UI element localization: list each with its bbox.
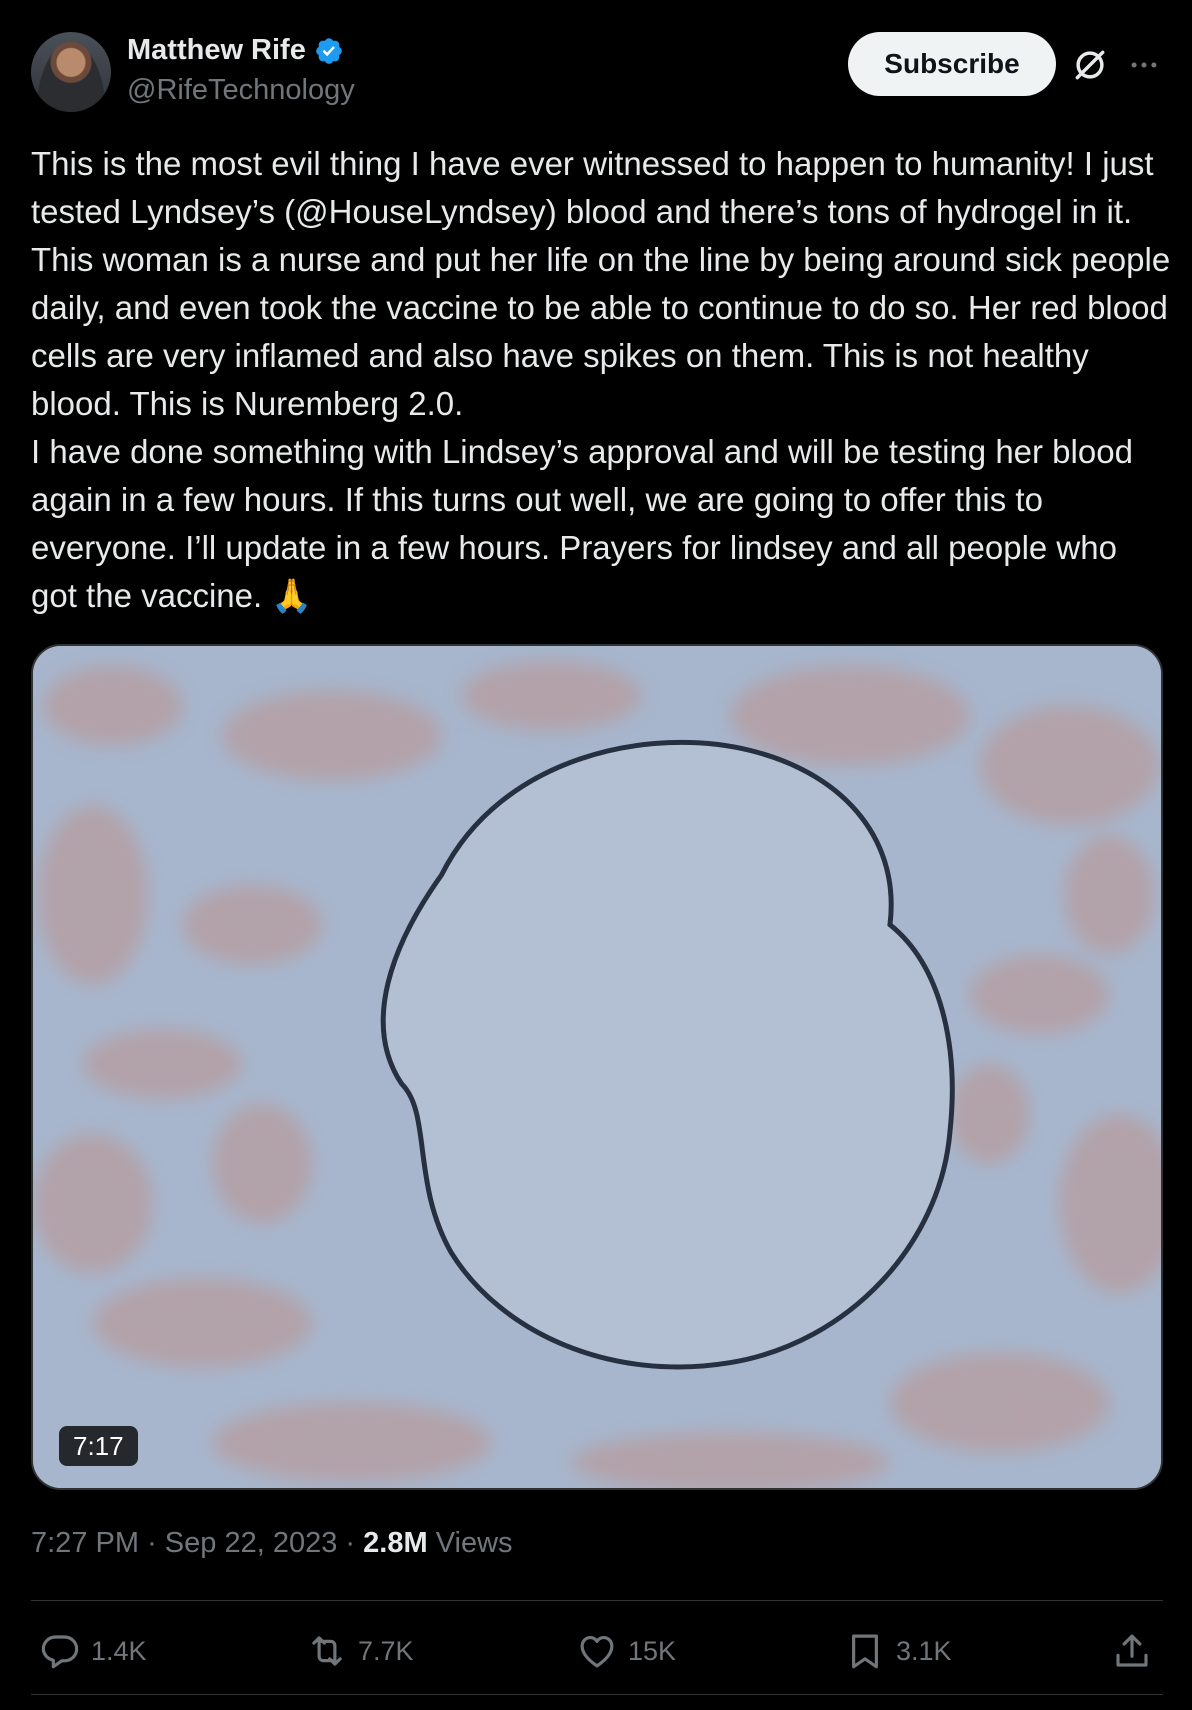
action-bar: 1.4K 7.7K 15K 3.1K	[31, 1620, 1163, 1682]
bookmark-count: 3.1K	[896, 1635, 952, 1666]
views-count: 2.8M	[363, 1527, 428, 1559]
like-button[interactable]: 15K	[576, 1620, 676, 1682]
video-player[interactable]: 7:17	[31, 644, 1163, 1490]
repost-icon	[312, 1636, 342, 1666]
like-count: 15K	[628, 1635, 677, 1666]
tweet-text: This is the most evil thing I have ever …	[31, 145, 1171, 614]
verified-badge-icon	[316, 37, 342, 64]
reply-button[interactable]: 1.4K	[39, 1620, 147, 1682]
repost-count: 7.7K	[358, 1635, 414, 1666]
meta-separator: ·	[147, 1527, 157, 1559]
tweet-date[interactable]: Sep 22, 2023	[165, 1527, 338, 1559]
bookmark-icon	[852, 1634, 878, 1669]
views-label: Views	[435, 1527, 513, 1559]
bookmark-button[interactable]: 3.1K	[844, 1620, 952, 1682]
video-thumbnail	[33, 646, 1161, 1488]
author-name-row: Matthew Rife	[127, 34, 344, 67]
meta-separator: ·	[345, 1527, 356, 1559]
subscribe-button[interactable]: Subscribe	[848, 32, 1056, 96]
author-name[interactable]: Matthew Rife	[127, 34, 306, 67]
more-options-icon[interactable]	[1127, 48, 1161, 82]
video-duration-badge: 7:17	[59, 1426, 138, 1466]
repost-button[interactable]: 7.7K	[306, 1620, 414, 1682]
reply-count: 1.4K	[91, 1635, 147, 1666]
share-icon	[1116, 1634, 1148, 1667]
tweet-time[interactable]: 7:27 PM	[31, 1527, 139, 1559]
avatar[interactable]	[31, 32, 111, 112]
tweet-header: Matthew Rife @RifeTechnology Subscribe	[31, 32, 1161, 112]
author-handle[interactable]: @RifeTechnology	[127, 74, 355, 107]
tweet-meta: 7:27 PM · Sep 22, 2023 · 2.8M Views	[31, 1527, 513, 1560]
divider-bottom	[31, 1694, 1163, 1695]
grok-icon[interactable]	[1071, 46, 1109, 84]
heart-icon	[580, 1635, 614, 1668]
divider-top	[31, 1600, 1163, 1601]
share-button[interactable]	[1111, 1620, 1153, 1682]
reply-icon	[41, 1635, 79, 1669]
